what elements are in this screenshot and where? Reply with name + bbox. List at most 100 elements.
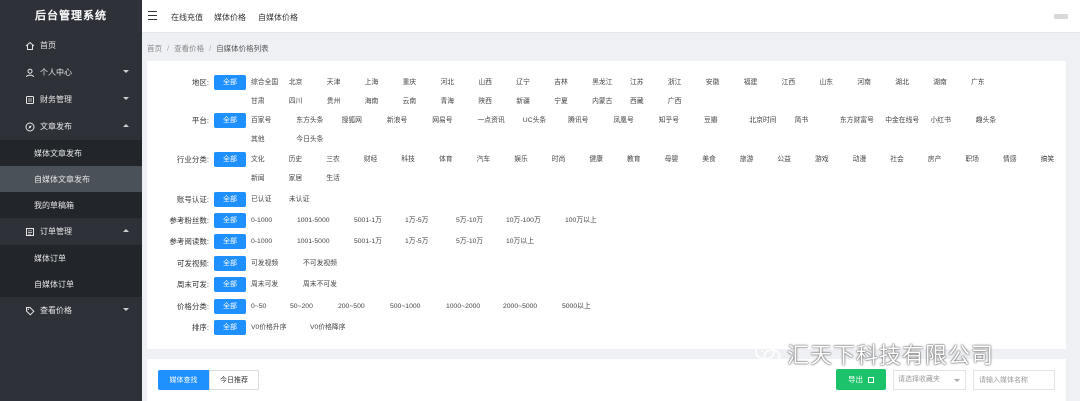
filter-option[interactable]: 北京时间 [749, 113, 776, 128]
filter-option[interactable]: 未认证 [289, 192, 309, 207]
filter-option[interactable]: 家居 [289, 171, 303, 186]
filter-option[interactable]: 体育 [439, 152, 453, 167]
filter-option[interactable]: 财经 [364, 152, 378, 167]
filter-option[interactable]: 教育 [627, 152, 641, 167]
top-link-media-price[interactable]: 媒体价格 [214, 12, 246, 23]
filter-option[interactable]: 5万-10万 [456, 234, 483, 249]
filter-option[interactable]: 已认证 [251, 192, 271, 207]
filter-option[interactable]: 天津 [327, 75, 341, 90]
filter-option[interactable]: 四川 [289, 94, 303, 109]
filter-option[interactable]: 周末不可发 [303, 277, 337, 292]
filter-option[interactable]: 东方头条 [296, 113, 323, 128]
filter-option[interactable]: 公益 [777, 152, 791, 167]
filter-option[interactable]: 江苏 [630, 75, 644, 90]
filter-option[interactable]: 湖北 [895, 75, 909, 90]
filter-option[interactable]: 广东 [971, 75, 985, 90]
filter-option[interactable]: 中金在线号 [885, 113, 919, 128]
filter-option[interactable]: 三农 [326, 152, 340, 167]
filter-option[interactable]: 重庆 [403, 75, 417, 90]
filter-option[interactable]: 青海 [441, 94, 455, 109]
filter-option[interactable]: 5001-1万 [354, 234, 382, 249]
filter-option[interactable]: UC头条 [523, 113, 546, 128]
filter-option[interactable]: 周末可发 [251, 277, 278, 292]
filter-option[interactable]: 新疆 [516, 94, 530, 109]
filter-option[interactable]: 陕西 [478, 94, 492, 109]
sidebar-item-personal[interactable]: 个人中心 [0, 59, 142, 86]
breadcrumb-price[interactable]: 查看价格 [174, 44, 204, 53]
filter-option[interactable]: 上海 [365, 75, 379, 90]
top-link-recharge[interactable]: 在线充值 [171, 12, 203, 23]
filter-option[interactable]: 1001-5000 [297, 213, 330, 228]
filter-option[interactable]: 1000~2000 [446, 299, 480, 314]
filter-option[interactable]: 游戏 [815, 152, 829, 167]
filter-option[interactable]: 网易号 [432, 113, 452, 128]
filter-option[interactable]: 情感 [1003, 152, 1017, 167]
filter-option[interactable]: 不可发视频 [303, 256, 337, 271]
filter-option[interactable]: 汽车 [477, 152, 491, 167]
filter-option[interactable]: 东方财富号 [840, 113, 874, 128]
filter-option[interactable]: 山西 [478, 75, 492, 90]
filter-option[interactable]: 凤凰号 [613, 113, 633, 128]
sidebar-subitem-media-orders[interactable]: 媒体订单 [0, 245, 142, 271]
top-link-self-media-price[interactable]: 自媒体价格 [258, 12, 298, 23]
filter-all-button[interactable]: 全部 [214, 299, 246, 314]
filter-all-button[interactable]: 全部 [214, 152, 246, 167]
filter-option[interactable]: 1001-5000 [297, 234, 330, 249]
filter-option[interactable]: 500~1000 [390, 299, 420, 314]
menu-toggle-icon[interactable] [148, 11, 157, 20]
sidebar-subitem-self-media-article[interactable]: 自媒体文章发布 [0, 166, 142, 192]
filter-option[interactable]: 搜狐网 [342, 113, 362, 128]
filter-option[interactable]: 其他 [251, 132, 265, 147]
filter-option[interactable]: 一点资讯 [478, 113, 505, 128]
filter-option[interactable]: 贵州 [327, 94, 341, 109]
filter-option[interactable]: 知乎号 [659, 113, 679, 128]
filter-option[interactable]: 旅游 [740, 152, 754, 167]
media-name-input[interactable] [973, 370, 1055, 390]
filter-option[interactable]: 辽宁 [516, 75, 530, 90]
filter-option[interactable]: 母婴 [665, 152, 679, 167]
filter-option[interactable]: 200~500 [338, 299, 365, 314]
filter-option[interactable]: 动漫 [853, 152, 867, 167]
filter-all-button[interactable]: 全部 [214, 113, 246, 128]
filter-option[interactable]: 0~50 [251, 299, 266, 314]
filter-option[interactable]: 娱乐 [514, 152, 528, 167]
filter-option[interactable]: 江西 [782, 75, 796, 90]
filter-option[interactable]: 腾讯号 [568, 113, 588, 128]
sidebar-item-article[interactable]: 文章发布 [0, 113, 142, 140]
filter-option[interactable]: 海南 [365, 94, 379, 109]
filter-option[interactable]: 黑龙江 [592, 75, 612, 90]
filter-option[interactable]: 福建 [744, 75, 758, 90]
filter-option[interactable]: 综合全国 [251, 75, 278, 90]
sidebar-item-finance[interactable]: 财务管理 [0, 86, 142, 113]
sidebar-item-price[interactable]: 查看价格 [0, 297, 142, 324]
filter-option[interactable]: 科技 [401, 152, 415, 167]
filter-option[interactable]: 美食 [702, 152, 716, 167]
filter-option[interactable]: 5000以上 [562, 299, 591, 314]
filter-option[interactable]: 趣头条 [976, 113, 996, 128]
sidebar-item-orders[interactable]: 订单管理 [0, 218, 142, 245]
sidebar-item-home[interactable]: 首页 [0, 32, 142, 59]
filter-all-button[interactable]: 全部 [214, 213, 246, 228]
filter-option[interactable]: 10万以上 [506, 234, 534, 249]
filter-option[interactable]: 浙江 [668, 75, 682, 90]
filter-option[interactable]: 北京 [289, 75, 303, 90]
filter-option[interactable]: 搞笑 [1041, 152, 1055, 167]
filter-option[interactable]: 湖南 [933, 75, 947, 90]
filter-option[interactable]: 10万-100万 [506, 213, 541, 228]
filter-option[interactable]: 历史 [289, 152, 303, 167]
filter-all-button[interactable]: 全部 [214, 320, 246, 335]
filter-option[interactable]: 可发视频 [251, 256, 278, 271]
filter-option[interactable]: 生活 [326, 171, 340, 186]
breadcrumb-home[interactable]: 首页 [147, 44, 162, 53]
filter-option[interactable]: 新闻 [251, 171, 265, 186]
filter-option[interactable]: 百家号 [251, 113, 271, 128]
filter-all-button[interactable]: 全部 [214, 256, 246, 271]
filter-option[interactable]: 云南 [403, 94, 417, 109]
filter-option[interactable]: 豆瓣 [704, 113, 718, 128]
filter-option[interactable]: 内蒙古 [592, 94, 612, 109]
filter-all-button[interactable]: 全部 [214, 234, 246, 249]
filter-option[interactable]: 新浪号 [387, 113, 407, 128]
filter-option[interactable]: 安徽 [706, 75, 720, 90]
sidebar-subitem-media-article[interactable]: 媒体文章发布 [0, 140, 142, 166]
sidebar-subitem-drafts[interactable]: 我的草稿箱 [0, 192, 142, 218]
